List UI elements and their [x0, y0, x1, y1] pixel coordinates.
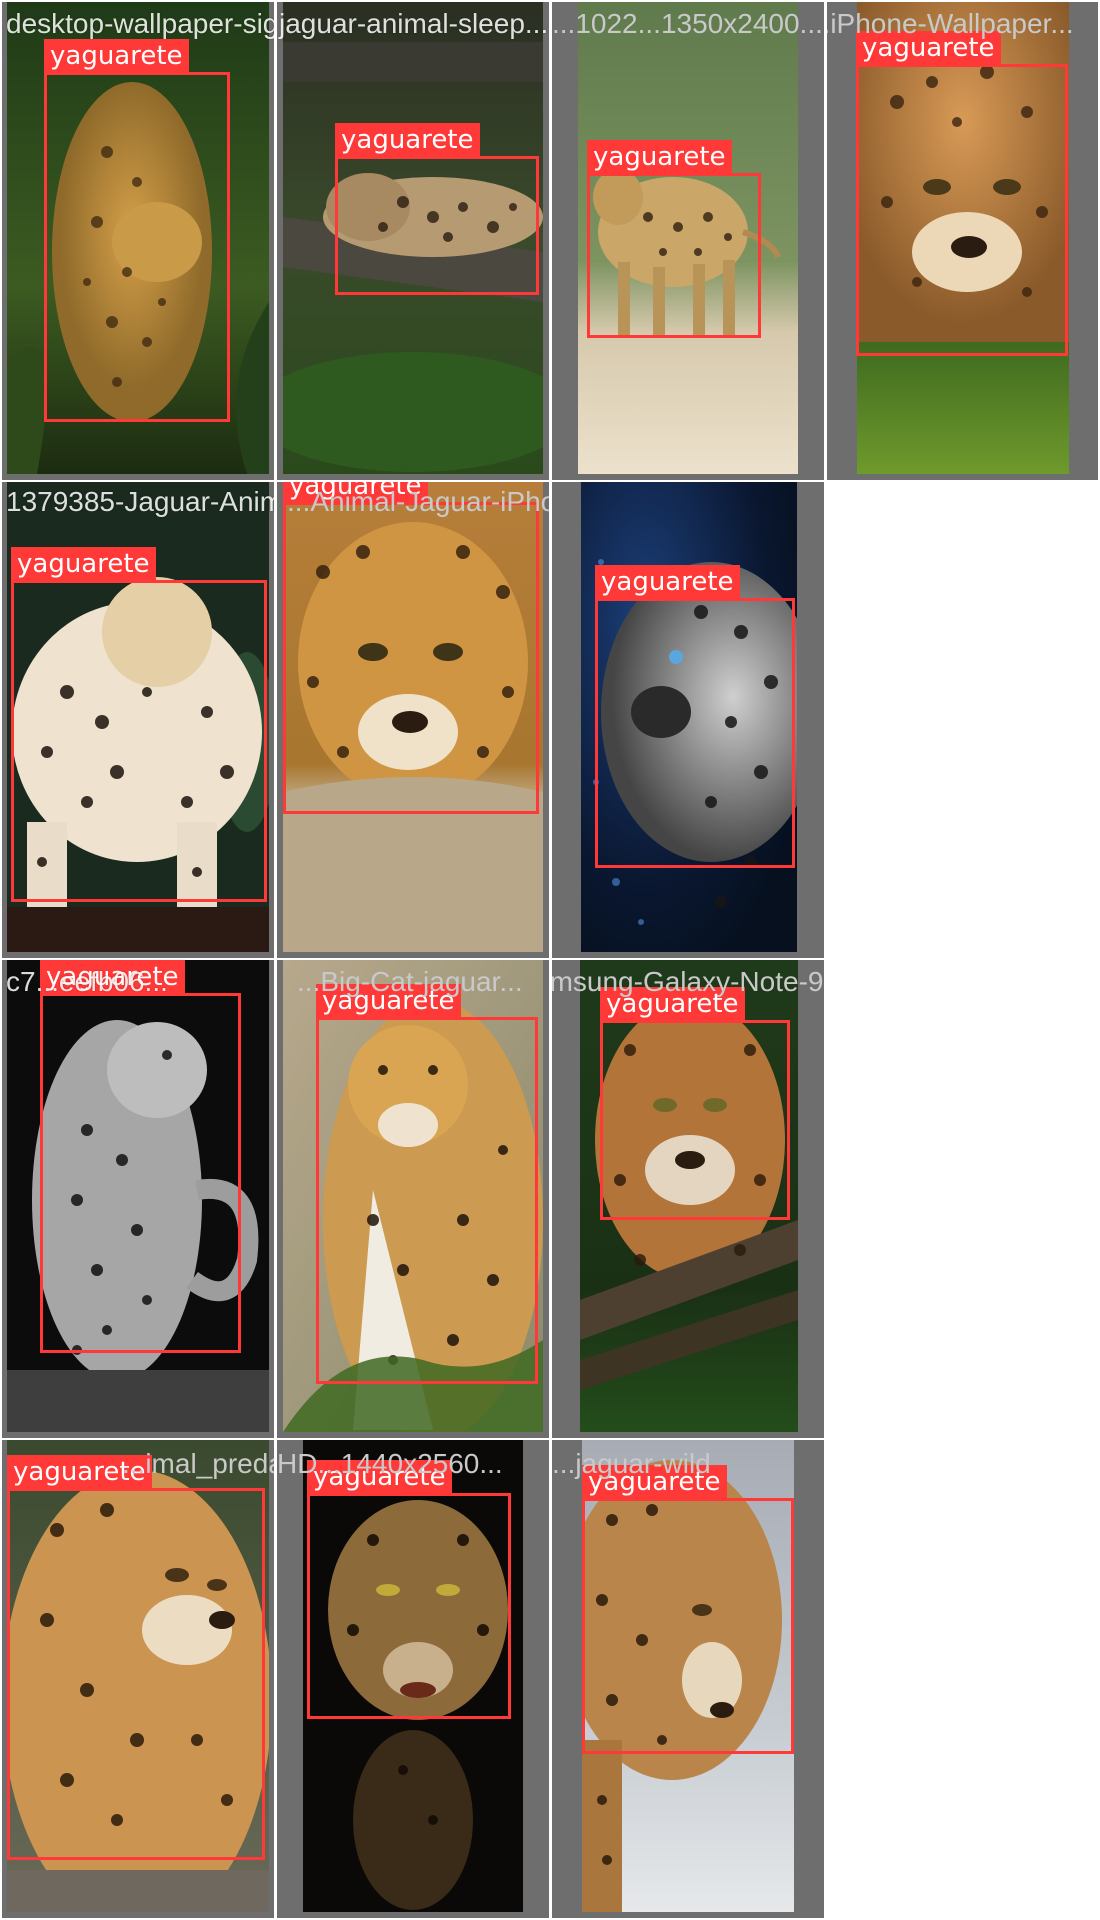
tile-filename: desktop-wallpaper-sig... — [6, 8, 274, 39]
class-label: yaguarete — [335, 123, 480, 157]
class-label: yaguarete — [44, 39, 189, 73]
tile-4: yaguarete ...iPhone-Wallpaper... — [827, 2, 1098, 480]
tile-filename: ...imal_predator... — [122, 1448, 274, 1479]
class-label: yaguarete — [595, 565, 740, 599]
tile-filename: 1379385-Jaguar-Animal...jpg — [6, 486, 274, 517]
bounding-box: yaguarete — [44, 39, 230, 422]
tile-2: yaguarete jaguar-animal-sleep... — [277, 2, 549, 480]
tile-filename: ...iPhone-Wallpaper... — [827, 8, 1074, 39]
tile-12: yaguarete HD...1440x2560... — [277, 1440, 549, 1918]
bounding-box: yaguarete — [600, 987, 790, 1220]
bounding-box: yaguarete — [40, 960, 241, 1353]
tile-10: yaguarete ...Samsung-Galaxy-Note-9 — [552, 960, 824, 1438]
bounding-box: yaguarete — [595, 565, 795, 868]
detection-mosaic: yaguarete desktop-wallpaper-sig... yagua… — [0, 0, 1100, 1920]
tile-11: yaguarete ...imal_predator... — [2, 1440, 274, 1918]
tile-13: yaguarete ...jaguar-wild — [552, 1440, 824, 1918]
tile-filename: ...jaguar-wild — [552, 1448, 711, 1479]
tile-filename: ...1022...1350x2400... — [552, 8, 823, 39]
tile-8: yaguarete c7...eefb06... — [2, 960, 274, 1438]
tile-filename: ...Samsung-Galaxy-Note-9 — [552, 966, 824, 997]
bounding-box: yaguarete — [283, 482, 539, 814]
bounding-box: yaguarete — [856, 31, 1068, 356]
tile-filename: ...Big-Cat-jaguar... — [297, 966, 523, 997]
tile-1: yaguarete desktop-wallpaper-sig... — [2, 2, 274, 480]
bounding-box: yaguarete — [335, 123, 539, 295]
tile-filename: c7...eefb06... — [6, 966, 168, 997]
tile-filename: ...Animal-Jaguar-iPhone-Wallpaper.jpg — [287, 486, 549, 517]
tile-filename: jaguar-animal-sleep... — [279, 8, 549, 39]
tile-3: yaguarete ...1022...1350x2400... — [552, 2, 824, 480]
tile-filename: HD...1440x2560... — [277, 1448, 503, 1479]
bounding-box: yaguarete — [307, 1460, 511, 1719]
bounding-box: yaguarete — [587, 140, 761, 338]
tile-6: yaguarete ...Animal-Jaguar-iPhone-Wallpa… — [277, 482, 549, 958]
class-label: yaguarete — [11, 547, 156, 581]
bounding-box: yaguarete — [316, 984, 538, 1384]
tile-9: yaguarete ...Big-Cat-jaguar... — [277, 960, 549, 1438]
bounding-box: yaguarete — [11, 547, 267, 902]
tile-5: yaguarete 1379385-Jaguar-Animal...jpg — [2, 482, 274, 958]
bounding-box: yaguarete — [7, 1455, 265, 1860]
tile-7: yaguarete — [552, 482, 824, 958]
class-label: yaguarete — [587, 140, 732, 174]
bounding-box: yaguarete — [582, 1465, 794, 1754]
